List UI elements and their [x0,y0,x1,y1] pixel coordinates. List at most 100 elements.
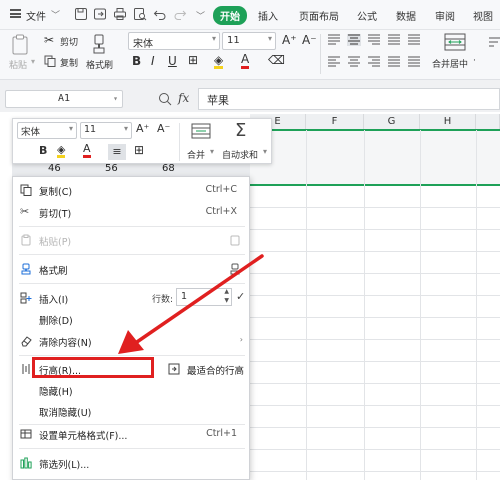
file-menu[interactable]: 文件 [26,8,46,23]
menu-item-cut[interactable]: ✂ 剪切(T) Ctrl+X [13,201,249,223]
selection-top-border [250,129,500,131]
merge-center-dropdown[interactable]: · [473,56,476,66]
chevron-down-icon[interactable]: ▾ [113,91,118,107]
hamburger-icon[interactable] [10,9,21,18]
mini-text-color-icon[interactable]: A [83,143,91,158]
grid-row-line [250,317,500,318]
tab-insert[interactable]: 插入 [258,8,278,23]
menu-item-label: 复制(C) [39,187,73,198]
redo-icon[interactable] [173,7,187,21]
border-icon[interactable]: ⊞ [188,53,198,67]
paste-label[interactable]: 粘贴 [9,58,27,71]
menu-item-paste[interactable]: 粘贴(P) [13,229,249,251]
tab-data[interactable]: 数据 [396,8,416,23]
merge-center-label[interactable]: 合并居中 [432,57,468,70]
selected-row[interactable] [250,130,500,185]
mini-bold-icon[interactable]: B [39,144,47,157]
align-center-icon[interactable] [347,56,361,68]
column-header-f[interactable]: F [306,114,364,130]
cell-d[interactable]: 68 [162,163,175,174]
tab-home[interactable]: 开始 [213,6,247,25]
column-header-g[interactable]: G [364,114,420,130]
copy-icon[interactable] [44,55,56,67]
menu-item-shortcut: Ctrl+X [205,206,237,217]
align-right-icon[interactable] [367,56,381,68]
fx-icon[interactable]: fx [178,91,189,105]
wrap-icon[interactable] [407,34,421,46]
menu-item-best-fit[interactable]: 最适合的行高 [187,363,244,377]
paste-icon[interactable] [10,34,30,56]
grow-font-icon[interactable]: A⁺ [282,33,297,47]
menu-item-label: 设置单元格格式(F)... [39,431,128,442]
distributed-icon[interactable] [407,56,421,68]
menu-separator [19,448,245,449]
mini-merge-dropdown[interactable]: ▾ [210,147,214,156]
mini-border-icon[interactable]: ⊞ [134,143,144,157]
clear-format-icon[interactable]: ⌫ [268,53,285,67]
mini-grow-font-icon[interactable]: A⁺ [136,122,149,135]
export-icon[interactable] [93,7,107,21]
scissors-icon[interactable]: ✂ [44,33,54,47]
align-left-icon[interactable] [327,56,341,68]
font-name-select[interactable]: 宋体 ▾ [128,32,220,50]
menu-item-hide[interactable]: 隐藏(H) [13,379,249,401]
cut-button[interactable]: 剪切 [60,35,78,48]
zoom-icon[interactable] [158,92,172,106]
grid-row-line [250,361,500,362]
orientation-icon[interactable] [387,34,401,46]
formula-input[interactable]: 苹果 [198,88,500,110]
save-icon[interactable] [74,7,88,21]
mini-fill-color-icon[interactable]: ◈ [57,144,66,158]
bold-icon[interactable]: B [132,54,141,68]
menu-item-unhide[interactable]: 取消隐藏(U) [13,400,249,422]
menu-item-format-cells[interactable]: 设置单元格格式(F)... Ctrl+1 [13,423,249,445]
format-cells-icon [20,429,32,439]
print-icon[interactable] [113,7,127,21]
mini-shrink-font-icon[interactable]: A⁻ [157,122,170,135]
align-middle-icon[interactable] [347,34,361,46]
tab-formulas[interactable]: 公式 [357,8,377,23]
justify-icon[interactable] [387,56,401,68]
grid-row-line [250,449,500,450]
paste-dropdown-icon[interactable]: ▾ [31,57,35,66]
underline-icon[interactable]: U [168,54,177,68]
mini-font-size[interactable]: 11 ▾ [80,122,132,139]
annotation-arrow [118,254,264,354]
menu-item-copy[interactable]: 复制(C) Ctrl+C [13,179,249,201]
mini-merge-label[interactable]: 合并 [187,148,205,161]
font-size-select[interactable]: 11 ▾ [222,32,276,50]
italic-icon[interactable]: I [151,54,155,68]
merge-center-icon[interactable] [444,33,466,51]
chevron-down-icon[interactable]: ﹀ [51,8,60,21]
wrap-text-icon[interactable] [488,36,500,50]
sigma-icon[interactable]: Σ [235,120,246,141]
column-header-i[interactable] [476,114,500,130]
cell-c[interactable]: 56 [105,163,118,174]
mini-align-icon[interactable]: ≡ [108,144,126,160]
format-painter-icon[interactable] [90,34,108,54]
font-name-value: 宋体 [133,39,153,50]
menu-item-filter-columns[interactable]: 筛选列(L)... [13,452,249,474]
column-header-h[interactable]: H [420,114,476,130]
text-color-icon[interactable]: A [241,53,250,69]
tab-review[interactable]: 审阅 [435,8,455,23]
fill-color-icon[interactable]: ◈ [214,54,224,69]
print-preview-icon[interactable] [133,7,147,21]
align-top-icon[interactable] [327,34,341,46]
cell-b[interactable]: 46 [48,163,61,174]
more-icon[interactable]: ﹀ [196,9,205,22]
tab-page-layout[interactable]: 页面布局 [299,8,339,23]
grid-row-line [250,251,500,252]
mini-font-name[interactable]: 宋体 ▾ [17,122,77,139]
mini-autosum-dropdown[interactable]: ▾ [263,147,267,156]
undo-icon[interactable] [153,7,167,21]
menu-item-label: 筛选列(L)... [39,460,90,471]
copy-button[interactable]: 复制 [60,56,78,69]
format-painter-label[interactable]: 格式刷 [86,58,113,71]
tab-view[interactable]: 视图 [473,8,493,23]
shrink-font-icon[interactable]: A⁻ [302,33,317,47]
mini-autosum-label[interactable]: 自动求和 [222,148,258,161]
mini-merge-icon[interactable] [191,123,211,139]
name-box[interactable]: A1 ▾ [5,90,123,108]
align-bottom-icon[interactable] [367,34,381,46]
